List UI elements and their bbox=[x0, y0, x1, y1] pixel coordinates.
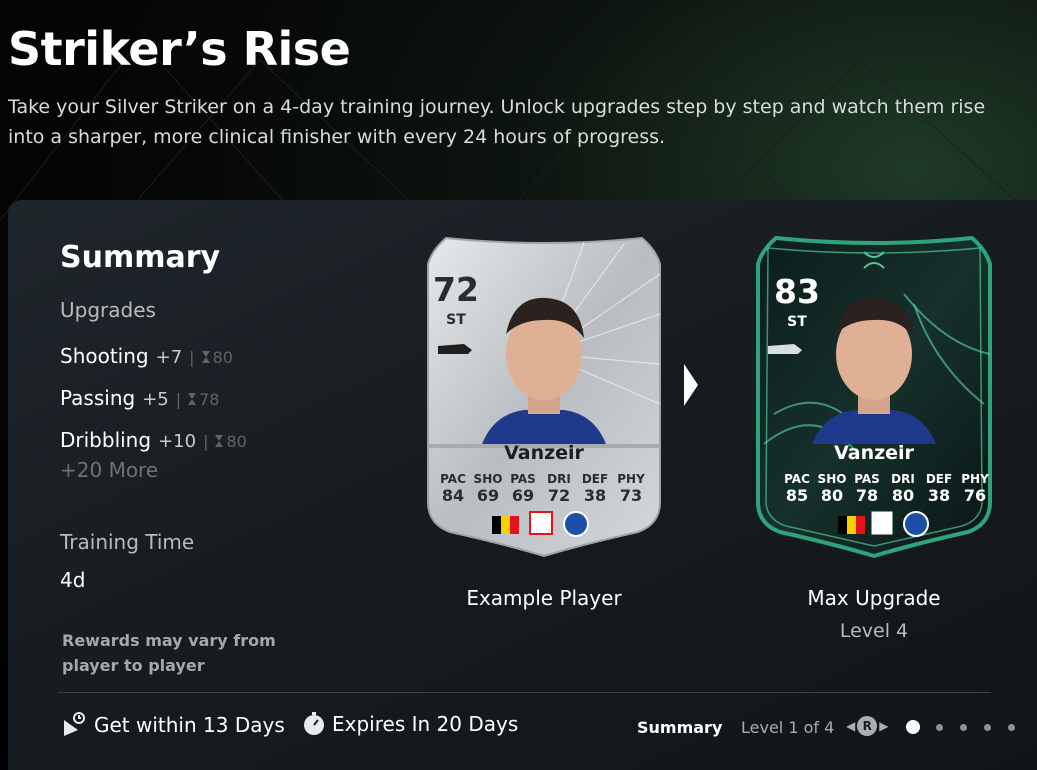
chevron-right-icon: ▶ bbox=[879, 719, 889, 733]
max-upgrade-caption: Max Upgrade bbox=[807, 586, 941, 610]
upgrade-name: Dribbling bbox=[60, 428, 152, 452]
hourglass-icon bbox=[188, 393, 197, 405]
upgrade-plus: +5 bbox=[142, 389, 169, 410]
chevron-left-icon: ◀ bbox=[846, 719, 856, 733]
summary-heading: Summary bbox=[60, 240, 221, 275]
get-within-info: Get within 13 Days bbox=[62, 712, 285, 738]
r-button-hint[interactable]: ◀ R ▶ bbox=[846, 716, 888, 736]
stat-label: DEF bbox=[581, 472, 609, 486]
upgrade-cap-value: 80 bbox=[212, 347, 233, 367]
example-player-card[interactable]: 72 ST Vanzeir PAC SHO PAS DRI DEF PHY 84… bbox=[424, 234, 664, 559]
card-player-name: Vanzeir bbox=[834, 442, 914, 464]
upgrade-row-dribbling: Dribbling +10 | 80 bbox=[60, 428, 247, 452]
stat-value: 73 bbox=[619, 486, 643, 505]
tab-summary[interactable]: Summary bbox=[637, 718, 722, 737]
upgrade-cap: 80 bbox=[201, 347, 233, 367]
hourglass-icon bbox=[201, 351, 210, 363]
expires-info: Expires In 20 Days bbox=[302, 712, 518, 736]
upgrade-plus: +10 bbox=[158, 431, 197, 452]
stat-label: DEF bbox=[925, 472, 953, 486]
training-time-value: 4d bbox=[60, 568, 86, 592]
page-dot[interactable] bbox=[984, 724, 991, 731]
stat-value: 72 bbox=[547, 486, 571, 505]
max-upgrade-level: Level 4 bbox=[839, 620, 909, 642]
stat-value: 85 bbox=[785, 486, 809, 505]
expires-label: Expires In 20 Days bbox=[332, 712, 519, 736]
card-position: ST bbox=[446, 312, 466, 328]
card-position: ST bbox=[787, 314, 807, 330]
stopwatch-icon bbox=[304, 712, 324, 735]
stat-label: PHY bbox=[617, 472, 645, 486]
stat-value: 38 bbox=[583, 486, 607, 505]
tab-level[interactable]: Level 1 of 4 bbox=[741, 718, 834, 737]
stat-value: 80 bbox=[820, 486, 844, 505]
stat-value: 69 bbox=[511, 486, 535, 505]
page-dot[interactable] bbox=[960, 724, 967, 731]
page-dot[interactable] bbox=[1008, 724, 1015, 731]
upgrade-row-shooting: Shooting +7 | 80 bbox=[60, 344, 233, 368]
separator: | bbox=[203, 432, 209, 451]
objective-panel: Summary Upgrades Shooting +7 | 80 Passin… bbox=[8, 200, 1037, 770]
stat-label: PAS bbox=[854, 472, 880, 486]
stat-value: 69 bbox=[476, 486, 500, 505]
stat-value: 76 bbox=[963, 486, 987, 505]
stat-label: PAC bbox=[440, 472, 466, 486]
card-rating: 72 bbox=[433, 270, 479, 309]
hourglass-icon bbox=[215, 435, 224, 447]
example-player-caption: Example Player bbox=[466, 586, 622, 610]
upgrade-cap-value: 78 bbox=[199, 389, 220, 409]
stat-label: PHY bbox=[961, 472, 989, 486]
upgrade-row-passing: Passing +5 | 78 bbox=[60, 386, 219, 410]
page-dot[interactable] bbox=[936, 724, 943, 731]
stat-value: 84 bbox=[441, 486, 465, 505]
more-upgrades-link[interactable]: +20 More bbox=[60, 458, 158, 482]
stat-label: PAS bbox=[510, 472, 536, 486]
chevron-right-icon bbox=[684, 364, 698, 406]
upgrade-cap: 78 bbox=[188, 390, 219, 409]
page-title: Striker’s Rise bbox=[8, 22, 351, 76]
stat-label: SHO bbox=[473, 472, 503, 486]
max-upgrade-card[interactable]: 83 ST Vanzeir PAC SHO PAS DRI DEF PHY 85… bbox=[754, 234, 994, 559]
gift-icon bbox=[64, 712, 85, 736]
r-button: R bbox=[857, 716, 878, 736]
stat-label: PAC bbox=[784, 472, 810, 486]
page-dot[interactable] bbox=[906, 720, 920, 734]
card-rating: 83 bbox=[774, 272, 820, 311]
page-description: Take your Silver Striker on a 4-day trai… bbox=[8, 96, 986, 148]
stat-label: DRI bbox=[547, 472, 571, 486]
separator: | bbox=[175, 390, 182, 409]
upgrade-plus: +7 bbox=[155, 347, 183, 368]
card-player-name: Vanzeir bbox=[504, 442, 584, 464]
training-time-label: Training Time bbox=[60, 530, 195, 554]
stat-value: 38 bbox=[927, 486, 951, 505]
get-within-label: Get within 13 Days bbox=[94, 713, 285, 737]
upgrades-label: Upgrades bbox=[60, 298, 156, 322]
stat-label: SHO bbox=[817, 472, 847, 486]
upgrade-name: Passing bbox=[60, 386, 136, 410]
upgrade-cap-value: 80 bbox=[226, 431, 247, 451]
upgrade-cap: 80 bbox=[215, 431, 247, 451]
stat-value: 78 bbox=[855, 486, 879, 505]
separator: | bbox=[189, 348, 195, 367]
stat-label: DRI bbox=[891, 472, 915, 486]
stat-value: 80 bbox=[891, 486, 915, 505]
rewards-note: Rewards may vary from player to player bbox=[62, 631, 276, 675]
upgrade-name: Shooting bbox=[60, 344, 149, 368]
divider bbox=[58, 692, 991, 693]
